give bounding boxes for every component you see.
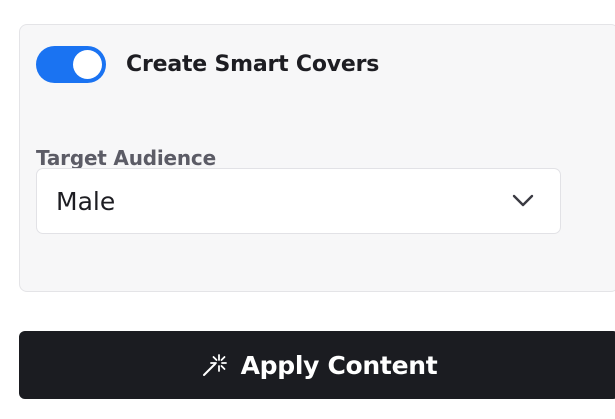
target-audience-label: Target Audience bbox=[36, 146, 216, 170]
smart-covers-label: Create Smart Covers bbox=[126, 52, 380, 77]
target-audience-value: Male bbox=[56, 186, 116, 216]
chevron-down-icon bbox=[512, 194, 534, 207]
apply-content-button[interactable]: Apply Content bbox=[19, 331, 615, 399]
target-audience-select[interactable]: Male bbox=[36, 168, 561, 234]
magic-wand-icon bbox=[202, 354, 227, 376]
smart-covers-row: Create Smart Covers bbox=[36, 46, 379, 83]
smart-covers-toggle[interactable] bbox=[36, 46, 106, 83]
apply-content-label: Apply Content bbox=[240, 350, 438, 380]
toggle-knob bbox=[73, 50, 102, 79]
